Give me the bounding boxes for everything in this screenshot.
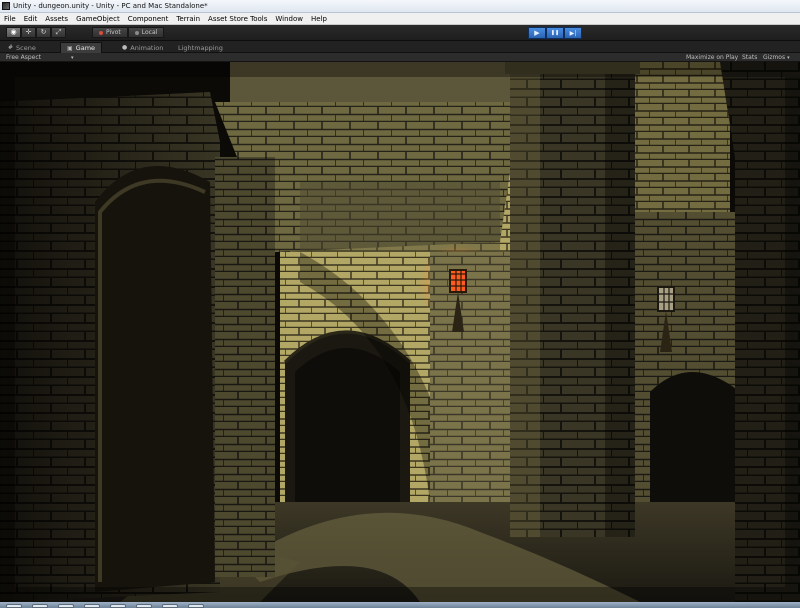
menu-asset-store-tools[interactable]: Asset Store Tools (204, 15, 271, 23)
menu-gameobject[interactable]: GameObject (72, 15, 124, 23)
tab-game[interactable]: ▣ Game (60, 42, 103, 53)
pivot-label: Pivot (106, 29, 121, 36)
tab-scene[interactable]: # Scene (2, 42, 42, 53)
taskbar-app-icon[interactable] (110, 604, 126, 608)
os-taskbar (0, 602, 800, 608)
stats-label: Stats (742, 54, 758, 61)
menu-assets[interactable]: Assets (41, 15, 72, 23)
menu-help[interactable]: Help (307, 15, 331, 23)
taskbar-app-icon[interactable] (32, 604, 48, 608)
tab-lightmapping[interactable]: Lightmapping (172, 42, 229, 53)
transform-tools: ◉ ✛ ↻ ⤢ (6, 27, 66, 38)
view-tab-bar: # Scene ▣ Game ● Animation Lightmapping (0, 41, 800, 53)
chevron-down-icon: ▾ (71, 54, 74, 61)
pause-button[interactable]: ❚❚ (546, 27, 564, 39)
pivot-icon (99, 30, 103, 35)
gizmos-chevron-icon: ▾ (787, 54, 790, 61)
aspect-dropdown[interactable]: Free Aspect ▾ (6, 53, 74, 62)
taskbar-app-icon[interactable] (58, 604, 74, 608)
play-icon: ▶ (534, 29, 540, 37)
hand-eye-icon: ◉ (10, 28, 17, 36)
game-view-header: Free Aspect ▾ Maximize on Play Stats Giz… (0, 53, 800, 62)
unity-editor-window: Unity - dungeon.unity - Unity - PC and M… (0, 0, 800, 608)
step-icon: ▶| (569, 29, 577, 37)
menu-file[interactable]: File (0, 15, 20, 23)
game-viewport[interactable] (0, 62, 800, 602)
gizmos-dropdown[interactable]: Gizmos ▾ (763, 53, 790, 62)
local-toggle-button[interactable]: Local (127, 27, 165, 38)
rotate-tool-button[interactable]: ↻ (36, 27, 51, 38)
scale-tool-button[interactable]: ⤢ (51, 27, 66, 38)
local-icon (134, 30, 139, 35)
tab-game-label: Game (75, 44, 96, 52)
local-label: Local (141, 29, 158, 36)
taskbar-app-icon[interactable] (136, 604, 152, 608)
left-archway (95, 166, 215, 592)
pivot-toggle-group: Pivot Local (92, 27, 165, 38)
tab-animation-label: Animation (130, 43, 164, 52)
taskbar-app-icon[interactable] (162, 604, 178, 608)
tab-lightmapping-label: Lightmapping (178, 43, 223, 52)
window-title: Unity - dungeon.unity - Unity - PC and M… (13, 2, 208, 10)
menu-edit[interactable]: Edit (20, 15, 42, 23)
tab-scene-label: Scene (16, 43, 36, 52)
menu-window[interactable]: Window (271, 15, 307, 23)
tab-animation[interactable]: ● Animation (116, 42, 169, 53)
pause-icon: ❚❚ (550, 30, 560, 36)
menu-bar: File Edit Assets GameObject Component Te… (0, 13, 800, 25)
unity-logo-icon (2, 2, 10, 10)
maximize-on-play-label: Maximize on Play (686, 54, 739, 61)
stats-toggle[interactable]: Stats (742, 53, 757, 62)
scale-icon: ⤢ (55, 28, 62, 36)
dungeon-scene-render (0, 62, 800, 602)
playback-controls: ▶ ❚❚ ▶| (528, 27, 582, 39)
move-tool-button[interactable]: ✛ (21, 27, 36, 38)
taskbar-app-icon[interactable] (84, 604, 100, 608)
gamepad-icon: ▣ (67, 44, 73, 52)
main-toolbar: ◉ ✛ ↻ ⤢ Pivot Local ▶ ❚❚ ▶| (0, 25, 800, 41)
gizmos-label: Gizmos (763, 54, 786, 61)
aspect-label: Free Aspect (6, 54, 42, 61)
step-button[interactable]: ▶| (564, 27, 582, 39)
taskbar-app-icon[interactable] (188, 604, 204, 608)
move-icon: ✛ (25, 28, 32, 36)
title-bar: Unity - dungeon.unity - Unity - PC and M… (0, 0, 800, 13)
play-button[interactable]: ▶ (528, 27, 546, 39)
menu-component[interactable]: Component (124, 15, 173, 23)
grid-icon: # (8, 44, 14, 51)
rotate-icon: ↻ (40, 28, 47, 36)
animation-icon: ● (122, 44, 128, 51)
menu-terrain[interactable]: Terrain (172, 15, 204, 23)
start-button-icon[interactable] (6, 604, 22, 608)
pivot-toggle-button[interactable]: Pivot (92, 27, 128, 38)
hand-tool-button[interactable]: ◉ (6, 27, 21, 38)
maximize-on-play-toggle[interactable]: Maximize on Play (686, 53, 738, 62)
